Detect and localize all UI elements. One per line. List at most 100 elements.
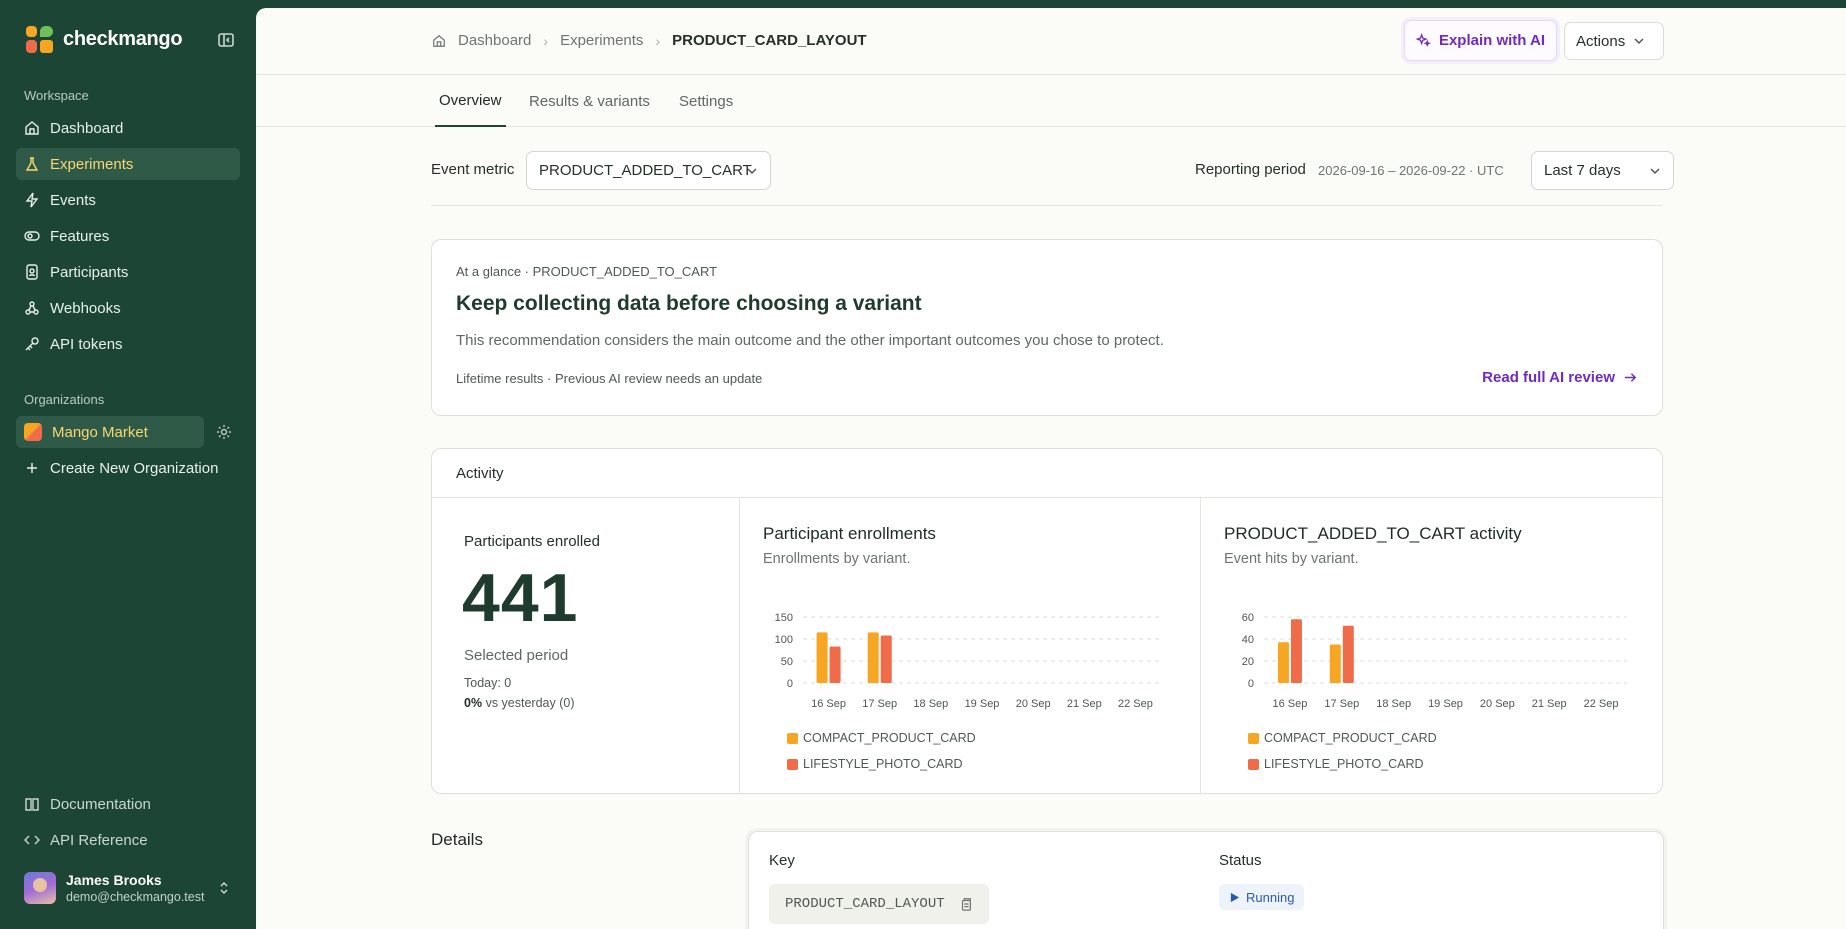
- checkmango-logo-icon: [26, 26, 53, 53]
- legend-item: LIFESTYLE_PHOTO_CARD: [1248, 757, 1424, 771]
- documentation-label: Documentation: [50, 795, 151, 813]
- y-tick-label: 40: [1242, 634, 1254, 646]
- sidebar-item-api-tokens[interactable]: API tokens: [16, 328, 240, 360]
- org-name: Mango Market: [52, 423, 148, 441]
- participants-value: 441: [462, 560, 579, 636]
- legend-item: LIFESTYLE_PHOTO_CARD: [787, 757, 963, 771]
- glance-eyebrow: At a glance · PRODUCT_ADDED_TO_CART: [456, 264, 718, 279]
- sidebar-item-label: Dashboard: [50, 119, 124, 137]
- sidebar-item-label: Experiments: [50, 155, 134, 173]
- bar: [829, 646, 841, 683]
- x-tick-label: 21 Sep: [1532, 698, 1567, 710]
- sidebar-item-events[interactable]: Events: [16, 184, 240, 216]
- breadcrumb-dashboard[interactable]: Dashboard: [458, 32, 531, 49]
- status-label: Status: [1219, 852, 1262, 869]
- glance-title: Keep collecting data before choosing a v…: [456, 292, 922, 315]
- breadcrumb-current: PRODUCT_CARD_LAYOUT: [672, 32, 867, 49]
- glance-description: This recommendation considers the main o…: [456, 332, 1164, 349]
- breadcrumb: Dashboard › Experiments › PRODUCT_CARD_L…: [432, 32, 867, 49]
- gear-icon[interactable]: [215, 423, 233, 441]
- sidebar-item-label: Webhooks: [50, 299, 121, 317]
- event-metric-select[interactable]: PRODUCT_ADDED_TO_CART: [526, 151, 771, 190]
- x-tick-label: 20 Sep: [1016, 698, 1051, 710]
- sidebar-item-label: Participants: [50, 263, 129, 281]
- id-badge-icon: [26, 264, 38, 280]
- arrow-right-icon: [1624, 373, 1637, 382]
- code-icon: [24, 835, 40, 845]
- tab-settings[interactable]: Settings: [679, 75, 733, 127]
- create-org-button[interactable]: Create New Organization: [16, 452, 240, 484]
- home-icon: [25, 121, 39, 135]
- event-activity-chart-subtitle: Event hits by variant.: [1224, 551, 1359, 567]
- x-tick-label: 17 Sep: [862, 698, 897, 710]
- user-menu[interactable]: James Brooks demo@checkmango.test: [24, 872, 204, 904]
- documentation-link[interactable]: Documentation: [16, 788, 240, 820]
- chevron-right-icon: ›: [543, 32, 549, 49]
- logo[interactable]: checkmango: [26, 26, 183, 53]
- home-icon[interactable]: [432, 34, 446, 48]
- explain-with-ai-button[interactable]: Explain with AI: [1404, 20, 1557, 61]
- period-select[interactable]: Last 7 days: [1531, 151, 1674, 190]
- plus-icon: [27, 463, 37, 473]
- avatar: [24, 872, 56, 904]
- api-reference-label: API Reference: [50, 831, 148, 849]
- x-tick-label: 19 Sep: [965, 698, 1000, 710]
- sidebar: checkmango Workspace Dashboard Experimen…: [0, 0, 256, 929]
- read-ai-review-link[interactable]: Read full AI review: [1482, 369, 1638, 386]
- details-card: Key PRODUCT_CARD_LAYOUT Status Running: [748, 831, 1664, 929]
- sidebar-item-experiments[interactable]: Experiments: [16, 148, 240, 180]
- sidebar-item-participants[interactable]: Participants: [16, 256, 240, 288]
- topbar: Dashboard › Experiments › PRODUCT_CARD_L…: [256, 8, 1846, 75]
- y-tick-label: 20: [1242, 656, 1254, 668]
- api-reference-link[interactable]: API Reference: [16, 824, 240, 856]
- bar: [1277, 642, 1289, 683]
- user-email: demo@checkmango.test: [66, 890, 205, 904]
- period-value: Last 7 days: [1544, 162, 1621, 179]
- bar: [1290, 619, 1302, 683]
- org-switcher-mango-market[interactable]: Mango Market: [16, 416, 204, 448]
- key-value: PRODUCT_CARD_LAYOUT: [785, 896, 945, 912]
- change-text: vs yesterday (0): [485, 696, 575, 710]
- x-tick-label: 16 Sep: [1272, 698, 1307, 710]
- webhook-icon: [25, 301, 39, 315]
- chevron-up-down-icon[interactable]: [216, 880, 232, 896]
- divider: [1200, 498, 1201, 794]
- breadcrumb-experiments[interactable]: Experiments: [560, 32, 643, 49]
- legend-label: COMPACT_PRODUCT_CARD: [803, 731, 976, 745]
- filter-row: Event metric PRODUCT_ADDED_TO_CART Repor…: [431, 151, 1674, 206]
- chevron-down-icon: [1650, 168, 1660, 175]
- event-activity-chart-title: PRODUCT_ADDED_TO_CART activity: [1224, 524, 1522, 543]
- sidebar-item-dashboard[interactable]: Dashboard: [16, 112, 240, 144]
- tab-overview[interactable]: Overview: [435, 75, 506, 127]
- bar: [880, 635, 892, 683]
- tab-results-variants[interactable]: Results & variants: [529, 75, 650, 127]
- divider: [739, 498, 740, 794]
- legend-label: COMPACT_PRODUCT_CARD: [1264, 731, 1437, 745]
- legend-swatch: [787, 758, 798, 770]
- flask-icon: [25, 157, 39, 171]
- create-org-label: Create New Organization: [50, 459, 219, 477]
- x-tick-label: 16 Sep: [811, 698, 846, 710]
- sidebar-item-features[interactable]: Features: [16, 220, 240, 252]
- copy-icon[interactable]: [959, 897, 973, 911]
- app-name: checkmango: [63, 28, 183, 50]
- actions-dropdown[interactable]: Actions: [1564, 22, 1664, 60]
- explain-with-ai-label: Explain with AI: [1438, 32, 1546, 49]
- sidebar-item-webhooks[interactable]: Webhooks: [16, 292, 240, 324]
- x-tick-label: 18 Sep: [1376, 698, 1411, 710]
- bar: [816, 632, 828, 683]
- enrollments-chart-title: Participant enrollments: [763, 524, 936, 543]
- change-pct: 0%: [464, 696, 483, 710]
- x-tick-label: 19 Sep: [1428, 698, 1463, 710]
- change-vs-yesterday: 0% vs yesterday (0): [464, 696, 574, 710]
- sidebar-collapse-icon[interactable]: [216, 30, 236, 50]
- key-chip: PRODUCT_CARD_LAYOUT: [769, 884, 989, 924]
- legend-item: COMPACT_PRODUCT_CARD: [1248, 731, 1437, 745]
- y-tick-label: 0: [787, 678, 793, 690]
- actions-label: Actions: [1576, 32, 1626, 50]
- y-tick-label: 0: [1248, 678, 1254, 690]
- bar: [867, 632, 879, 683]
- bar: [1329, 644, 1341, 683]
- reporting-range: 2026-09-16 – 2026-09-22 · UTC: [1318, 163, 1504, 178]
- legend-swatch: [1248, 758, 1259, 770]
